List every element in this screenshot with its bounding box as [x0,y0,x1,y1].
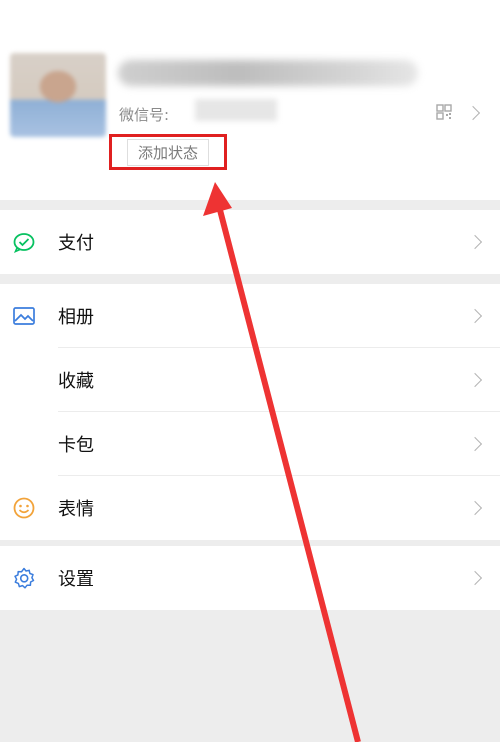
annotation-arrow [203,182,361,742]
